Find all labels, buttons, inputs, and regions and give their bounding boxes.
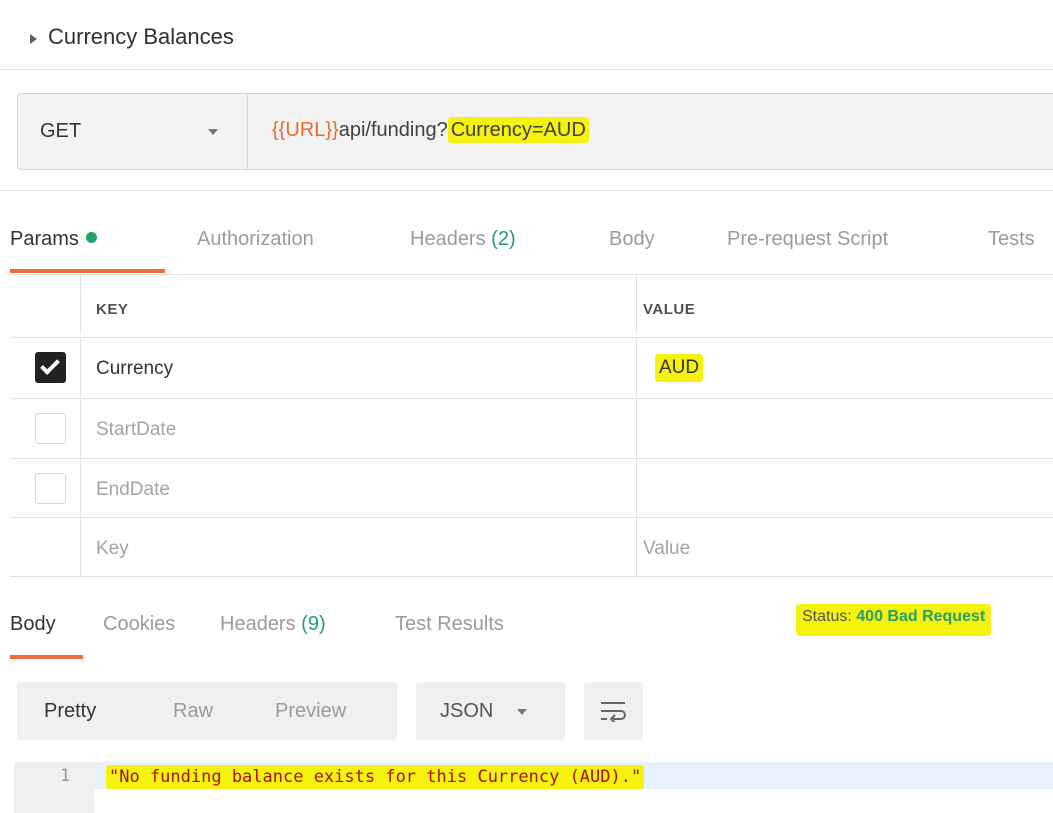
response-tab-cookies[interactable]: Cookies — [103, 613, 175, 636]
column-separator — [636, 399, 637, 458]
column-separator — [636, 338, 637, 397]
param-checkbox[interactable] — [35, 473, 66, 504]
format-label: JSON — [440, 700, 494, 722]
wrap-lines-icon — [601, 702, 626, 722]
method-label: GET — [40, 120, 82, 142]
response-tab-headers[interactable]: Headers (9) — [220, 613, 326, 636]
response-tab-body[interactable]: Body — [10, 613, 56, 636]
checkmark-icon — [40, 355, 60, 375]
response-tab-headers-label: Headers — [220, 613, 296, 635]
column-separator — [636, 518, 637, 577]
line-gutter: 1 — [14, 762, 94, 813]
active-tab-indicator — [10, 269, 165, 273]
value-column-header: VALUE — [643, 301, 696, 318]
column-separator — [636, 275, 637, 334]
tab-params[interactable]: Params — [10, 228, 97, 251]
row-check-cell — [10, 518, 81, 577]
caret-right-icon[interactable] — [30, 34, 37, 44]
row-check-cell — [10, 338, 81, 397]
table-row: Currency AUD — [10, 337, 1053, 397]
tab-prerequest-script[interactable]: Pre-request Script — [727, 228, 888, 251]
status-label: Status: — [802, 608, 852, 625]
header-check-cell — [10, 275, 81, 334]
collection-header[interactable]: Currency Balances — [0, 0, 1053, 70]
tab-headers-count: (2) — [491, 228, 516, 250]
new-value-input[interactable]: Value — [643, 538, 690, 560]
url-variable: {{URL}} — [272, 119, 339, 141]
method-select[interactable]: GET — [18, 94, 248, 169]
table-header-row: KEY VALUE — [10, 274, 1053, 334]
response-view-group: Pretty Raw Preview — [17, 682, 397, 740]
active-tab-indicator — [10, 655, 83, 659]
line-number: 1 — [60, 766, 71, 786]
param-value-field[interactable]: AUD — [655, 354, 704, 382]
pretty-button[interactable]: Pretty — [44, 700, 96, 723]
preview-button[interactable]: Preview — [275, 700, 346, 723]
divider — [10, 576, 1053, 577]
tab-headers-label: Headers — [410, 228, 486, 250]
table-row-new: Key Value — [10, 517, 1053, 577]
table-row: EndDate — [10, 458, 1053, 518]
request-title: Currency Balances — [48, 24, 234, 49]
url-path: api/funding? — [338, 119, 448, 141]
chevron-down-icon — [208, 129, 218, 135]
format-select[interactable]: JSON — [416, 682, 565, 740]
row-check-cell — [10, 459, 81, 518]
tab-tests[interactable]: Tests — [988, 228, 1035, 251]
param-key-field[interactable]: Currency — [96, 358, 173, 380]
tab-body[interactable]: Body — [609, 228, 655, 251]
status-badge: Status: 400 Bad Request — [796, 604, 992, 636]
tab-params-label: Params — [10, 228, 79, 250]
url-query: Currency=AUD — [447, 117, 589, 143]
table-row: StartDate — [10, 398, 1053, 458]
request-tabs: Params Authorization Headers (2) Body Pr… — [0, 220, 1053, 272]
key-column-header: KEY — [96, 301, 129, 318]
tab-headers[interactable]: Headers (2) — [410, 228, 516, 251]
raw-button[interactable]: Raw — [173, 700, 213, 723]
status-value: 400 Bad Request — [856, 608, 986, 625]
request-bar: GET {{URL}}api/funding? Currency=AUD — [17, 93, 1053, 170]
new-key-input[interactable]: Key — [96, 538, 129, 560]
row-check-cell — [10, 399, 81, 458]
param-checkbox[interactable] — [35, 352, 66, 383]
divider — [0, 190, 1053, 191]
url-input[interactable]: {{URL}}api/funding? Currency=AUD — [272, 117, 589, 143]
response-tab-test-results[interactable]: Test Results — [395, 613, 504, 636]
param-checkbox[interactable] — [35, 413, 66, 444]
response-tab-headers-count: (9) — [301, 613, 326, 635]
column-separator — [636, 459, 637, 518]
params-active-dot-icon — [85, 232, 97, 243]
chevron-down-icon — [517, 709, 527, 715]
code-line: "No funding balance exists for this Curr… — [94, 762, 1053, 789]
response-body-text: "No funding balance exists for this Curr… — [106, 765, 645, 789]
param-key-field[interactable]: StartDate — [96, 419, 176, 441]
wrap-lines-button[interactable] — [584, 682, 643, 740]
tab-authorization[interactable]: Authorization — [197, 228, 314, 251]
param-key-field[interactable]: EndDate — [96, 479, 170, 501]
